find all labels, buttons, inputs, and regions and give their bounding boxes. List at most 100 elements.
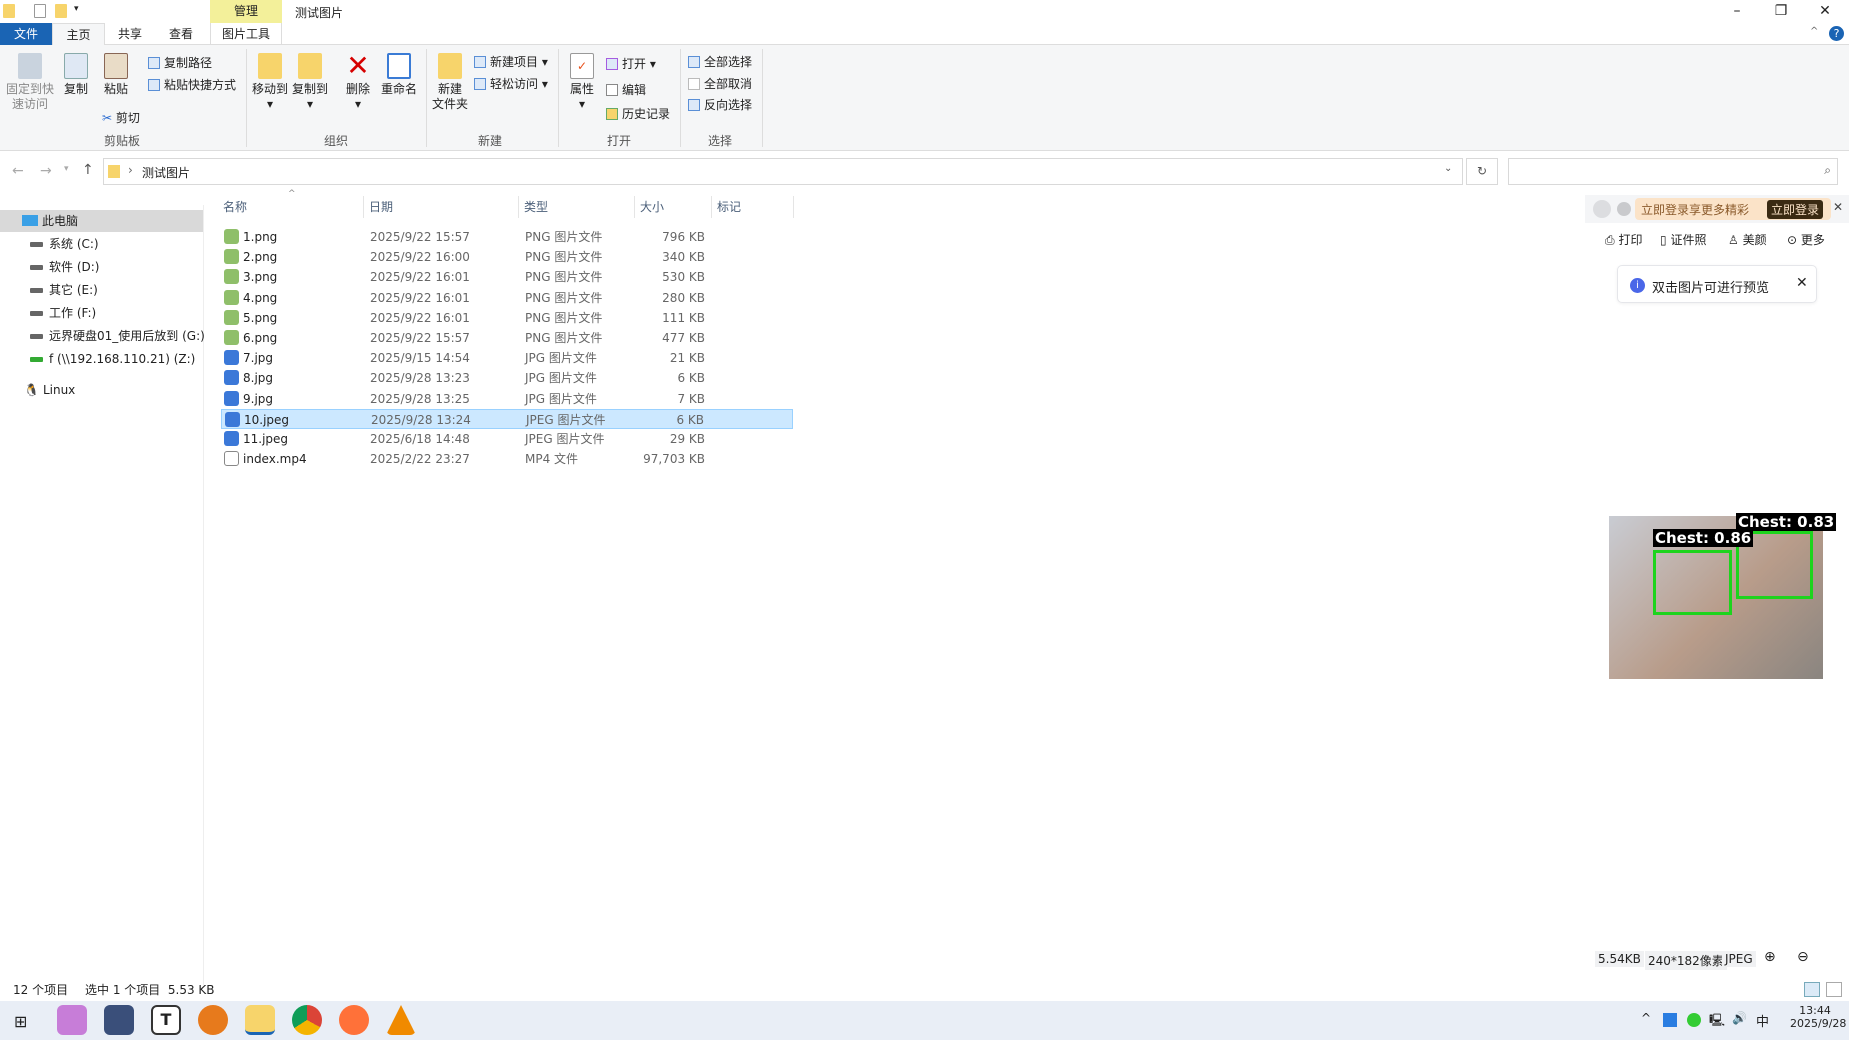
file-row[interactable]: 5.png 2025/9/22 16:01 PNG 图片文件 111 KB [221,308,793,328]
search-input[interactable]: ⌕ [1508,158,1838,185]
app-vlc-icon[interactable] [386,1005,416,1035]
help-icon[interactable]: ? [1829,26,1844,41]
nav-item-this-pc[interactable]: 此电脑 [0,210,203,232]
back-arrow-icon[interactable]: ← [12,163,24,179]
network-icon[interactable]: 🖳 [1709,1011,1725,1032]
nav-item-network-z[interactable]: f (\\192.168.110.21) (Z:) [0,348,203,370]
more-button[interactable]: ⊙ 更多 [1787,231,1825,248]
beauty-button[interactable]: ♙ 美颜 [1728,231,1767,248]
history-button[interactable]: 历史记录 [606,105,670,122]
invert-selection-button[interactable]: 反向选择 [688,96,752,113]
app-cat-icon[interactable] [57,1005,87,1035]
app-search-icon[interactable] [198,1005,228,1035]
zoom-out-icon[interactable]: ⊖ [1797,949,1809,965]
tab-home[interactable]: 主页 [52,23,105,45]
pin-quick-access-button[interactable]: 固定到快 速访问 [6,53,54,112]
file-row[interactable]: 11.jpeg 2025/6/18 14:48 JPEG 图片文件 29 KB [221,429,793,449]
file-row[interactable]: 6.png 2025/9/22 15:57 PNG 图片文件 477 KB [221,328,793,348]
tab-file[interactable]: 文件 [0,23,52,45]
new-item-button[interactable]: 新建项目 ▾ [474,53,548,70]
select-all-button[interactable]: 全部选择 [688,53,752,70]
collapse-ribbon-icon[interactable]: ^ [1810,26,1818,37]
file-row[interactable]: 9.jpg 2025/9/28 13:25 JPG 图片文件 7 KB [221,389,793,409]
customize-quick-access-icon[interactable]: ▾ [74,4,79,14]
delete-button[interactable]: ✕ 删除 ▾ [342,52,374,112]
tab-view[interactable]: 查看 [158,23,204,45]
login-button[interactable]: 立即登录 [1767,200,1824,219]
manage-context-tab[interactable]: 管理 [210,0,282,23]
file-row[interactable]: 4.png 2025/9/22 16:01 PNG 图片文件 280 KB [221,288,793,308]
new-folder-button[interactable]: 新建 文件夹 [430,53,470,112]
column-header-name[interactable]: 名称 [218,196,364,218]
volume-icon[interactable]: 🔊 [1732,1011,1747,1025]
paste-shortcut-button[interactable]: 粘贴快捷方式 [148,76,236,93]
copy-button[interactable]: 复制 [60,53,92,97]
details-view-icon[interactable] [1804,982,1820,997]
jpg-file-icon [224,350,239,366]
app-typora-icon[interactable]: T [151,1005,181,1035]
zoom-in-icon[interactable]: ⊕ [1764,949,1776,965]
tray-wechat-icon[interactable] [1687,1013,1701,1027]
column-header-size[interactable]: 大小 [635,196,712,218]
tab-share[interactable]: 共享 [107,23,153,45]
id-photo-button[interactable]: ▯ 证件照 [1660,231,1706,248]
folder-icon[interactable] [3,4,15,18]
large-icons-view-icon[interactable] [1826,982,1842,997]
file-row[interactable]: 7.jpg 2025/9/15 14:54 JPG 图片文件 21 KB [221,348,793,368]
move-to-button[interactable]: 移动到 ▾ [250,53,290,112]
avatar[interactable] [1593,200,1611,218]
app-terminal-icon[interactable] [104,1005,134,1035]
windows-start-icon[interactable]: ⊞ [14,1012,27,1031]
nav-item-drive-c[interactable]: 系统 (C:) [0,233,203,255]
minimize-button[interactable]: – [1715,0,1759,23]
file-row[interactable]: 2.png 2025/9/22 16:00 PNG 图片文件 340 KB [221,247,793,267]
rename-button[interactable]: 重命名 [378,53,420,97]
image-preview[interactable]: Chest: 0.86 Chest: 0.83 [1609,513,1837,679]
app-chrome-icon[interactable] [292,1005,322,1035]
file-row[interactable]: index.mp4 2025/2/22 23:27 MP4 文件 97,703 KB [221,449,793,469]
nav-item-drive-g[interactable]: 远界硬盘01_使用后放到 (G:) [0,325,205,347]
breadcrumb-current[interactable]: 测试图片 [142,164,190,181]
column-header-date[interactable]: 日期 [364,196,519,218]
nav-item-drive-e[interactable]: 其它 (E:) [0,279,203,301]
address-bar[interactable]: › 测试图片 ⌄ [103,158,1463,185]
forward-arrow-icon[interactable]: → [40,163,52,179]
close-tip-icon[interactable]: ✕ [1796,275,1808,291]
column-header-tag[interactable]: 标记 [712,196,794,218]
column-header-type[interactable]: 类型 [519,196,635,218]
promo-banner[interactable]: 立即登录享更多精彩 立即登录 [1635,198,1831,220]
file-row[interactable]: 1.png 2025/9/22 15:57 PNG 图片文件 796 KB [221,227,793,247]
close-button[interactable]: ✕ [1803,0,1847,23]
clock[interactable]: 13:44 2025/9/28 [1790,1004,1846,1030]
open-button[interactable]: 打开 ▾ [606,55,656,72]
select-none-button[interactable]: 全部取消 [688,75,752,92]
address-dropdown-icon[interactable]: ⌄ [1444,163,1452,174]
properties-button[interactable]: ✓ 属性 ▾ [564,53,600,112]
nav-item-linux[interactable]: 🐧 Linux [0,379,203,401]
edit-button[interactable]: 编辑 [606,81,646,98]
refresh-icon[interactable]: ↻ [1466,158,1498,185]
nav-item-drive-d[interactable]: 软件 (D:) [0,256,203,278]
app-file-explorer-icon[interactable] [245,1005,275,1035]
close-promo-icon[interactable]: ✕ [1833,200,1843,214]
copy-to-button[interactable]: 复制到 ▾ [290,53,330,112]
restore-button[interactable]: ❐ [1759,0,1803,23]
properties-icon[interactable] [34,4,46,18]
file-row[interactable]: 8.jpg 2025/9/28 13:23 JPG 图片文件 6 KB [221,368,793,388]
copy-path-button[interactable]: 复制路径 [148,54,212,71]
up-arrow-icon[interactable]: ↑ [82,162,94,178]
tray-app-icon[interactable] [1663,1013,1677,1027]
file-row[interactable]: 10.jpeg 2025/9/28 13:24 JPEG 图片文件 6 KB [221,408,793,429]
app-firefox-icon[interactable] [339,1005,369,1035]
tab-picture-tools[interactable]: 图片工具 [210,23,282,45]
file-row[interactable]: 3.png 2025/9/22 16:01 PNG 图片文件 530 KB [221,267,793,287]
nav-item-drive-f[interactable]: 工作 (F:) [0,302,203,324]
recent-locations-icon[interactable]: ▾ [64,164,69,174]
show-hidden-icons-icon[interactable]: ^ [1641,1011,1651,1025]
new-folder-icon[interactable] [55,4,67,18]
easy-access-button[interactable]: 轻松访问 ▾ [474,75,548,92]
ime-indicator[interactable]: 中 [1756,1011,1769,1030]
print-button[interactable]: ⎙ 打印 [1605,231,1642,248]
paste-button[interactable]: 粘贴 [100,53,132,97]
cut-button[interactable]: ✂ 剪切 [102,109,140,126]
